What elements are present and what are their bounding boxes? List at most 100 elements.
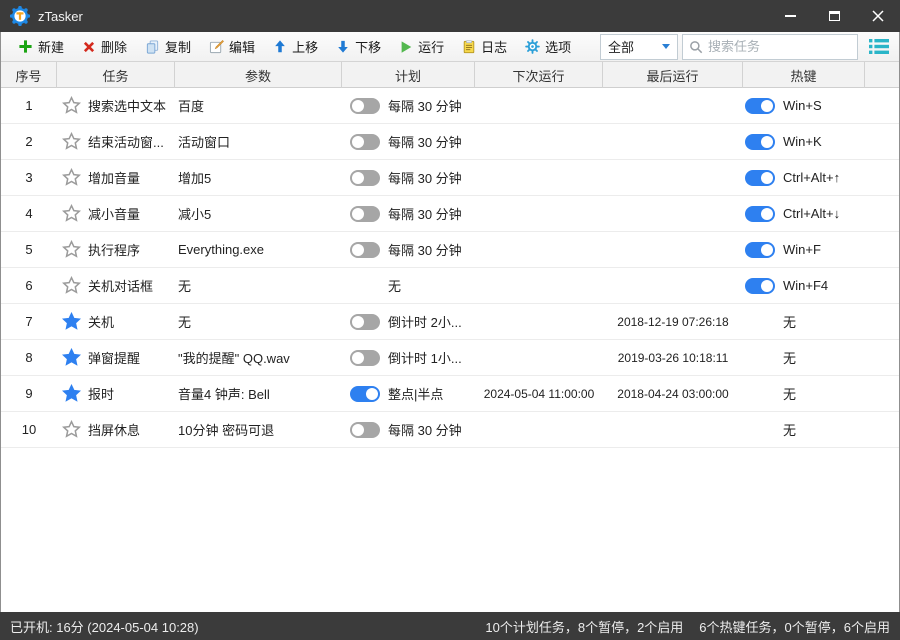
clipboard-icon [463,39,475,53]
window-frame: 新建 删除 复制 编辑 上移 下移 运行 日志 选项 全部 搜索任务 序号 任务… [0,32,900,612]
schedule-label: 每隔 30 分钟 [388,135,462,150]
table-row[interactable]: 3 增加音量 增加5 每隔 30 分钟 Ctrl+Alt+↑ [1,160,899,196]
table-row[interactable]: 2 结束活动窗... 活动窗口 每隔 30 分钟 Win+K [1,124,899,160]
run-task-button[interactable]: 运行 [390,34,453,60]
last-run: 2019-03-26 10:18:11 [617,350,729,365]
app-logo-icon [10,6,30,26]
schedule-toggle[interactable] [350,97,380,114]
star-icon[interactable] [62,348,81,367]
arrow-down-icon [338,40,348,53]
header-hotkey[interactable]: 热键 [743,62,865,88]
star-icon[interactable] [62,384,81,403]
table-row[interactable]: 8 弹窗提醒 "我的提醒" QQ.wav 倒计时 1小... 2019-03-2… [1,340,899,376]
task-param: Everything.exe [178,242,264,257]
task-param: "我的提醒" QQ.wav [178,351,290,366]
log-label: 日志 [481,40,508,55]
schedule-toggle[interactable] [350,313,380,330]
schedule-toggle[interactable] [350,241,380,258]
header-index[interactable]: 序号 [1,62,57,88]
header-last-run[interactable]: 最后运行 [603,62,743,88]
schedule-toggle[interactable] [350,169,380,186]
hotkey-toggle[interactable] [745,133,775,150]
star-icon[interactable] [62,132,81,151]
search-input[interactable] [708,39,851,54]
header-param[interactable]: 参数 [175,62,342,88]
next-run: 2024-05-04 11:00:00 [483,386,595,401]
schedule-toggle[interactable] [350,421,380,438]
hotkey-toggle[interactable] [745,205,775,222]
plus-icon [19,40,32,53]
task-name: 挡屏休息 [88,423,141,438]
row-number: 2 [25,134,33,149]
row-number: 4 [25,206,33,221]
schedule-toggle[interactable] [350,205,380,222]
search-box [682,33,858,60]
hotkey-toggle[interactable] [745,97,775,114]
delete-x-icon [83,41,95,52]
log-button[interactable]: 日志 [453,34,516,60]
new-task-label: 新建 [38,40,65,55]
next-run [475,304,603,339]
filter-dropdown[interactable]: 全部 [600,33,678,60]
table-row[interactable]: 5 执行程序 Everything.exe 每隔 30 分钟 Win+F [1,232,899,268]
header-schedule[interactable]: 计划 [342,62,475,88]
schedule-toggle[interactable] [350,349,380,366]
schedule-label: 每隔 30 分钟 [388,243,462,258]
table-row[interactable]: 7 关机 无 倒计时 2小... 2018-12-19 07:26:18 无 [1,304,899,340]
star-icon[interactable] [62,420,81,439]
task-name: 关机 [88,315,115,330]
move-up-button[interactable]: 上移 [264,34,327,60]
header-next-run[interactable]: 下次运行 [475,62,603,88]
maximize-button[interactable] [812,0,856,32]
star-icon[interactable] [62,96,81,115]
options-button[interactable]: 选项 [516,34,580,60]
copy-task-button[interactable]: 复制 [136,34,200,60]
arrow-up-icon [275,40,285,53]
schedule-label: 倒计时 1小... [388,351,462,366]
hotkey-label: Ctrl+Alt+↓ [783,206,841,221]
star-icon[interactable] [62,168,81,187]
next-run [475,340,603,375]
star-icon[interactable] [62,312,81,331]
task-name: 减小音量 [88,207,141,222]
hotkey-toggle[interactable] [745,169,775,186]
star-icon[interactable] [62,204,81,223]
delete-task-button[interactable]: 删除 [73,34,136,60]
table-row[interactable]: 10 挡屏休息 10分钟 密码可退 每隔 30 分钟 无 [1,412,899,448]
task-param: 无 [178,315,192,330]
schedule-label: 每隔 30 分钟 [388,171,462,186]
statusbar: 已开机: 16分 (2024-05-04 10:28) 10个计划任务，8个暂停… [0,612,900,640]
row-number: 10 [21,422,37,437]
star-icon[interactable] [62,276,81,295]
move-down-button[interactable]: 下移 [327,34,390,60]
task-name: 增加音量 [88,171,141,186]
new-task-button[interactable]: 新建 [9,34,73,60]
table-row[interactable]: 4 减小音量 减小5 每隔 30 分钟 Ctrl+Alt+↓ [1,196,899,232]
task-param: 无 [178,279,192,294]
star-icon[interactable] [62,240,81,259]
row-number: 9 [25,386,33,401]
close-button[interactable] [856,0,900,32]
last-run: 2018-12-19 07:26:18 [617,314,729,329]
window-title: zTasker [38,8,83,24]
table-row[interactable]: 9 报时 音量4 钟声: Bell 整点|半点 2024-05-04 11:00… [1,376,899,412]
schedule-task-summary: 10个计划任务，8个暂停，2个启用 [485,619,684,635]
task-name: 执行程序 [88,243,141,258]
hotkey-label: 无 [783,387,797,402]
hotkey-toggle[interactable] [745,277,775,294]
hotkey-label: Win+K [783,134,822,149]
uptime-status: 已开机: 16分 (2024-05-04 10:28) [10,619,199,635]
table-row[interactable]: 6 关机对话框 无 无 Win+F4 [1,268,899,304]
row-number: 3 [25,170,33,185]
last-run [603,124,743,159]
schedule-toggle[interactable] [350,385,380,402]
toolbar: 新建 删除 复制 编辑 上移 下移 运行 日志 选项 全部 搜索任务 [1,32,899,62]
header-task[interactable]: 任务 [57,62,175,88]
table-row[interactable]: 1 搜索选中文本 百度 每隔 30 分钟 Win+S [1,88,899,124]
edit-task-button[interactable]: 编辑 [200,34,264,60]
last-run [603,268,743,303]
hotkey-toggle[interactable] [745,241,775,258]
schedule-toggle[interactable] [350,133,380,150]
list-view-button[interactable] [867,35,891,59]
minimize-button[interactable] [768,0,812,32]
